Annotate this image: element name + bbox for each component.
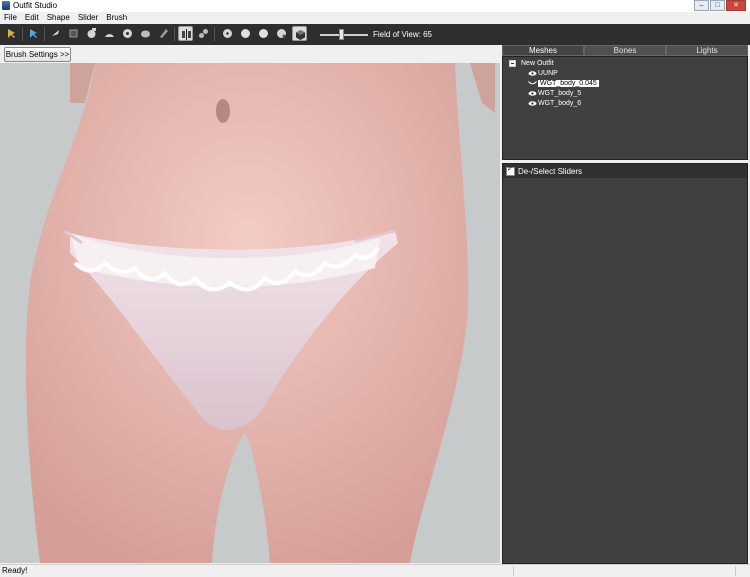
toolbar-separator [214, 27, 215, 41]
menu-brush[interactable]: Brush [102, 12, 131, 24]
mesh-item-label: WGT_body_0.045 [538, 80, 599, 87]
shade-wire-icon[interactable] [274, 26, 289, 41]
status-separator [735, 566, 736, 576]
fov-label: Field of View: 65 [373, 30, 432, 39]
tree-root-node[interactable]: New Outfit [509, 60, 554, 67]
mirror-x-icon[interactable] [178, 26, 193, 41]
undo-icon[interactable] [48, 26, 63, 41]
toolbar-separator [44, 27, 45, 41]
tree-root-label: New Outfit [521, 60, 554, 67]
mesh-item-label: WGT_body_5 [538, 90, 582, 97]
mesh-item-label: WGT_body_6 [538, 100, 582, 107]
smooth-brush-icon[interactable] [138, 26, 153, 41]
menu-bar: File Edit Shape Slider Brush [0, 12, 750, 24]
sliders-header-label: De-/Select Sliders [518, 166, 583, 176]
window-controls: – □ ✕ [693, 0, 746, 11]
mask-brush-icon[interactable] [26, 26, 41, 41]
shade-smooth-icon[interactable] [238, 26, 253, 41]
mesh-tree: New Outfit UUNP WGT_body_0.045 WGT_body_… [502, 56, 748, 160]
app-icon [2, 1, 10, 10]
select-brush-icon[interactable] [4, 26, 19, 41]
redo-icon[interactable] [66, 26, 81, 41]
menu-slider[interactable]: Slider [74, 12, 102, 24]
weight-brush-icon[interactable] [156, 26, 171, 41]
mesh-item[interactable]: UUNP [528, 69, 558, 78]
fov-slider-track[interactable] [320, 34, 368, 36]
viewport-header: Brush Settings >> [0, 45, 500, 63]
status-bar: Ready! [0, 564, 750, 577]
tab-bones[interactable]: Bones [584, 45, 666, 56]
rendered-model [25, 63, 495, 563]
mirror-connected-icon[interactable] [196, 26, 211, 41]
move-tool-icon[interactable] [84, 26, 99, 41]
status-separator [513, 566, 514, 576]
close-button[interactable]: ✕ [726, 0, 746, 11]
visibility-eye-icon[interactable] [528, 71, 537, 76]
3d-viewport[interactable] [0, 63, 500, 563]
fov-slider-handle[interactable] [339, 29, 344, 40]
right-panel-tabs: Meshes Bones Lights [502, 45, 748, 56]
sliders-header: De-/Select Sliders [503, 164, 747, 178]
texture-toggle-icon[interactable] [292, 26, 307, 41]
brush-settings-button[interactable]: Brush Settings >> [4, 47, 71, 62]
mesh-item[interactable]: WGT_body_5 [528, 89, 581, 98]
mesh-item[interactable]: WGT_body_0.045 [528, 79, 599, 88]
shade-point-icon[interactable] [220, 26, 235, 41]
visibility-eye-icon[interactable] [528, 101, 537, 106]
menu-file[interactable]: File [0, 12, 21, 24]
shade-flat-icon[interactable] [256, 26, 271, 41]
inflate-brush-icon[interactable] [102, 26, 117, 41]
menu-edit[interactable]: Edit [21, 12, 43, 24]
tab-meshes[interactable]: Meshes [502, 45, 584, 56]
minimize-button[interactable]: – [694, 0, 709, 11]
collapse-icon[interactable] [509, 60, 516, 67]
sliders-panel: De-/Select Sliders [502, 163, 748, 564]
title-bar: Outfit Studio – □ ✕ [0, 0, 750, 12]
window-title: Outfit Studio [13, 1, 58, 10]
toolbar-separator [22, 27, 23, 41]
maximize-button[interactable]: □ [710, 0, 725, 11]
mesh-item[interactable]: WGT_body_6 [528, 99, 581, 108]
deflate-brush-icon[interactable] [120, 26, 135, 41]
tab-lights[interactable]: Lights [666, 45, 748, 56]
select-all-sliders-checkbox[interactable] [506, 165, 515, 176]
mesh-item-label: UUNP [538, 70, 558, 77]
menu-shape[interactable]: Shape [43, 12, 74, 24]
toolbar-separator [174, 27, 175, 41]
status-text: Ready! [2, 566, 28, 575]
visibility-eye-icon[interactable] [528, 81, 537, 86]
visibility-eye-icon[interactable] [528, 91, 537, 96]
